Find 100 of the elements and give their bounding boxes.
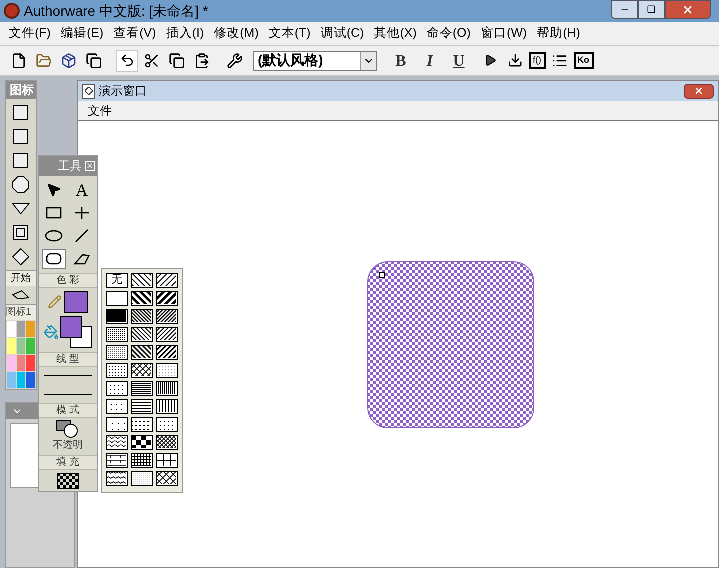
fill-pattern-swatch[interactable] <box>131 381 153 396</box>
format-button[interactable]: U <box>446 50 472 72</box>
fill-pattern-swatch[interactable] <box>106 363 128 378</box>
color-swatch[interactable] <box>26 355 35 371</box>
section-heading: 填 充 <box>39 455 97 470</box>
style-dropdown[interactable]: (默认风格) <box>253 50 377 70</box>
opaque-mode-icon[interactable] <box>56 420 80 438</box>
fill-pattern-swatch[interactable] <box>156 399 178 414</box>
fill-pattern-swatch[interactable] <box>156 291 178 306</box>
mode-label: 不透明 <box>53 438 83 453</box>
color-swatch[interactable] <box>7 372 16 388</box>
fill-pattern-swatch[interactable] <box>106 453 128 468</box>
fill-pattern-swatch[interactable] <box>131 453 153 468</box>
fill-pattern-swatch[interactable] <box>131 471 153 486</box>
fill-pattern-swatch[interactable] <box>131 417 153 432</box>
menu-item[interactable]: 命令(O) <box>422 24 476 43</box>
fill-pattern-swatch[interactable] <box>131 291 153 306</box>
menu-item[interactable]: 插入(I) <box>161 24 210 43</box>
color-grid-title: 图标1 <box>6 304 36 320</box>
frame-icon[interactable] <box>12 223 30 242</box>
fill-pattern-swatch[interactable] <box>106 327 128 342</box>
section-heading: 线 型 <box>39 352 97 367</box>
diamond-icon[interactable] <box>12 247 30 266</box>
no-fill-swatch[interactable]: 无 <box>106 273 128 288</box>
menu-item[interactable]: 修改(M) <box>209 24 264 43</box>
paint-bucket-icon <box>44 324 59 340</box>
undo-icon[interactable] <box>116 50 138 72</box>
fill-pattern-swatch[interactable] <box>131 363 153 378</box>
window-title: Authorware 中文版: [未命名] * <box>24 2 210 21</box>
menu-item[interactable]: 窗口(W) <box>476 24 532 43</box>
maximize-button[interactable] <box>638 0 665 19</box>
fill-pattern-swatch[interactable] <box>131 327 153 342</box>
close-button[interactable] <box>665 0 711 19</box>
color-swatch[interactable] <box>7 338 16 354</box>
color-swatch[interactable] <box>16 372 26 388</box>
fill-foreground-swatch[interactable] <box>60 316 82 338</box>
menu-item[interactable]: 帮助(H) <box>532 24 586 43</box>
checkered-fill-icon[interactable] <box>57 473 79 489</box>
menu-item[interactable]: 编辑(E) <box>56 24 109 43</box>
menu-item[interactable]: 其他(X) <box>369 24 422 43</box>
menu-item[interactable]: 查看(V) <box>108 24 162 43</box>
knowledge-object-button[interactable]: Ko <box>574 52 594 69</box>
fill-pattern-swatch[interactable] <box>106 417 128 432</box>
wait-sign-icon[interactable] <box>12 175 30 194</box>
color-swatch[interactable] <box>16 338 26 354</box>
fill-pattern-swatch[interactable] <box>131 273 153 288</box>
color-swatch[interactable] <box>16 355 26 371</box>
fill-pattern-swatch[interactable] <box>131 399 153 414</box>
close-icon <box>682 4 694 16</box>
maximize-icon <box>647 5 656 14</box>
text-tool[interactable]: A <box>70 180 94 200</box>
fill-pattern-swatch[interactable] <box>156 363 178 378</box>
format-button[interactable]: I <box>417 50 443 72</box>
fill-pattern-swatch[interactable] <box>106 471 128 486</box>
fill-pattern-swatch[interactable] <box>106 345 128 360</box>
close-icon <box>694 86 704 96</box>
color-swatch[interactable] <box>26 338 35 354</box>
dropdown-caret-icon <box>360 52 376 70</box>
fill-pattern-swatch[interactable] <box>156 471 178 486</box>
fill-pattern-swatch[interactable] <box>131 309 153 324</box>
document-icon <box>82 84 95 98</box>
pencil-icon <box>48 295 62 309</box>
color-swatch[interactable] <box>16 321 26 337</box>
color-swatch[interactable] <box>26 372 35 388</box>
close-icon[interactable] <box>85 161 95 171</box>
pen-color-swatch[interactable] <box>64 291 88 313</box>
section-heading: 色 彩 <box>39 273 97 288</box>
fill-pattern-swatch[interactable] <box>156 435 178 450</box>
fill-pattern-swatch[interactable] <box>156 417 178 432</box>
palette-title: 图标 <box>6 81 36 99</box>
fill-pattern-swatch[interactable] <box>106 399 128 414</box>
color-swatch[interactable] <box>7 321 16 337</box>
format-button[interactable]: B <box>388 50 414 72</box>
fill-pattern-swatch[interactable] <box>156 453 178 468</box>
menu-item[interactable]: 文件(F) <box>4 24 56 43</box>
fill-pattern-swatch[interactable] <box>156 309 178 324</box>
fill-pattern-swatch[interactable] <box>156 327 178 342</box>
fill-pattern-swatch[interactable] <box>106 381 128 396</box>
menu-item[interactable]: 文件 <box>88 102 112 120</box>
fill-pattern-swatch[interactable] <box>131 345 153 360</box>
rounded-rectangle-tool-icon[interactable] <box>42 249 66 269</box>
menu-item[interactable]: 文本(T) <box>264 24 316 43</box>
fill-pattern-swatch[interactable] <box>106 435 128 450</box>
section-heading: 模 式 <box>39 403 97 418</box>
close-button[interactable] <box>684 84 714 98</box>
fill-pattern-swatch[interactable] <box>106 291 128 306</box>
window-title: 演示窗口 <box>99 83 148 100</box>
fill-pattern-swatch[interactable] <box>156 381 178 396</box>
fill-pattern-swatch[interactable] <box>156 345 178 360</box>
fill-pattern-swatch[interactable] <box>131 435 153 450</box>
menu-item[interactable]: 调试(C) <box>316 24 370 43</box>
fill-pattern-swatch[interactable] <box>106 309 128 324</box>
color-swatch[interactable] <box>26 321 35 337</box>
color-swatch[interactable] <box>7 355 16 371</box>
minimize-button[interactable] <box>611 0 638 19</box>
function-button[interactable]: f() <box>529 52 546 69</box>
start-flag-label: 开始 <box>6 270 36 286</box>
fill-pattern-swatch[interactable] <box>156 273 178 288</box>
panel-title: 工具 <box>58 158 82 175</box>
app-logo-icon <box>4 3 20 19</box>
